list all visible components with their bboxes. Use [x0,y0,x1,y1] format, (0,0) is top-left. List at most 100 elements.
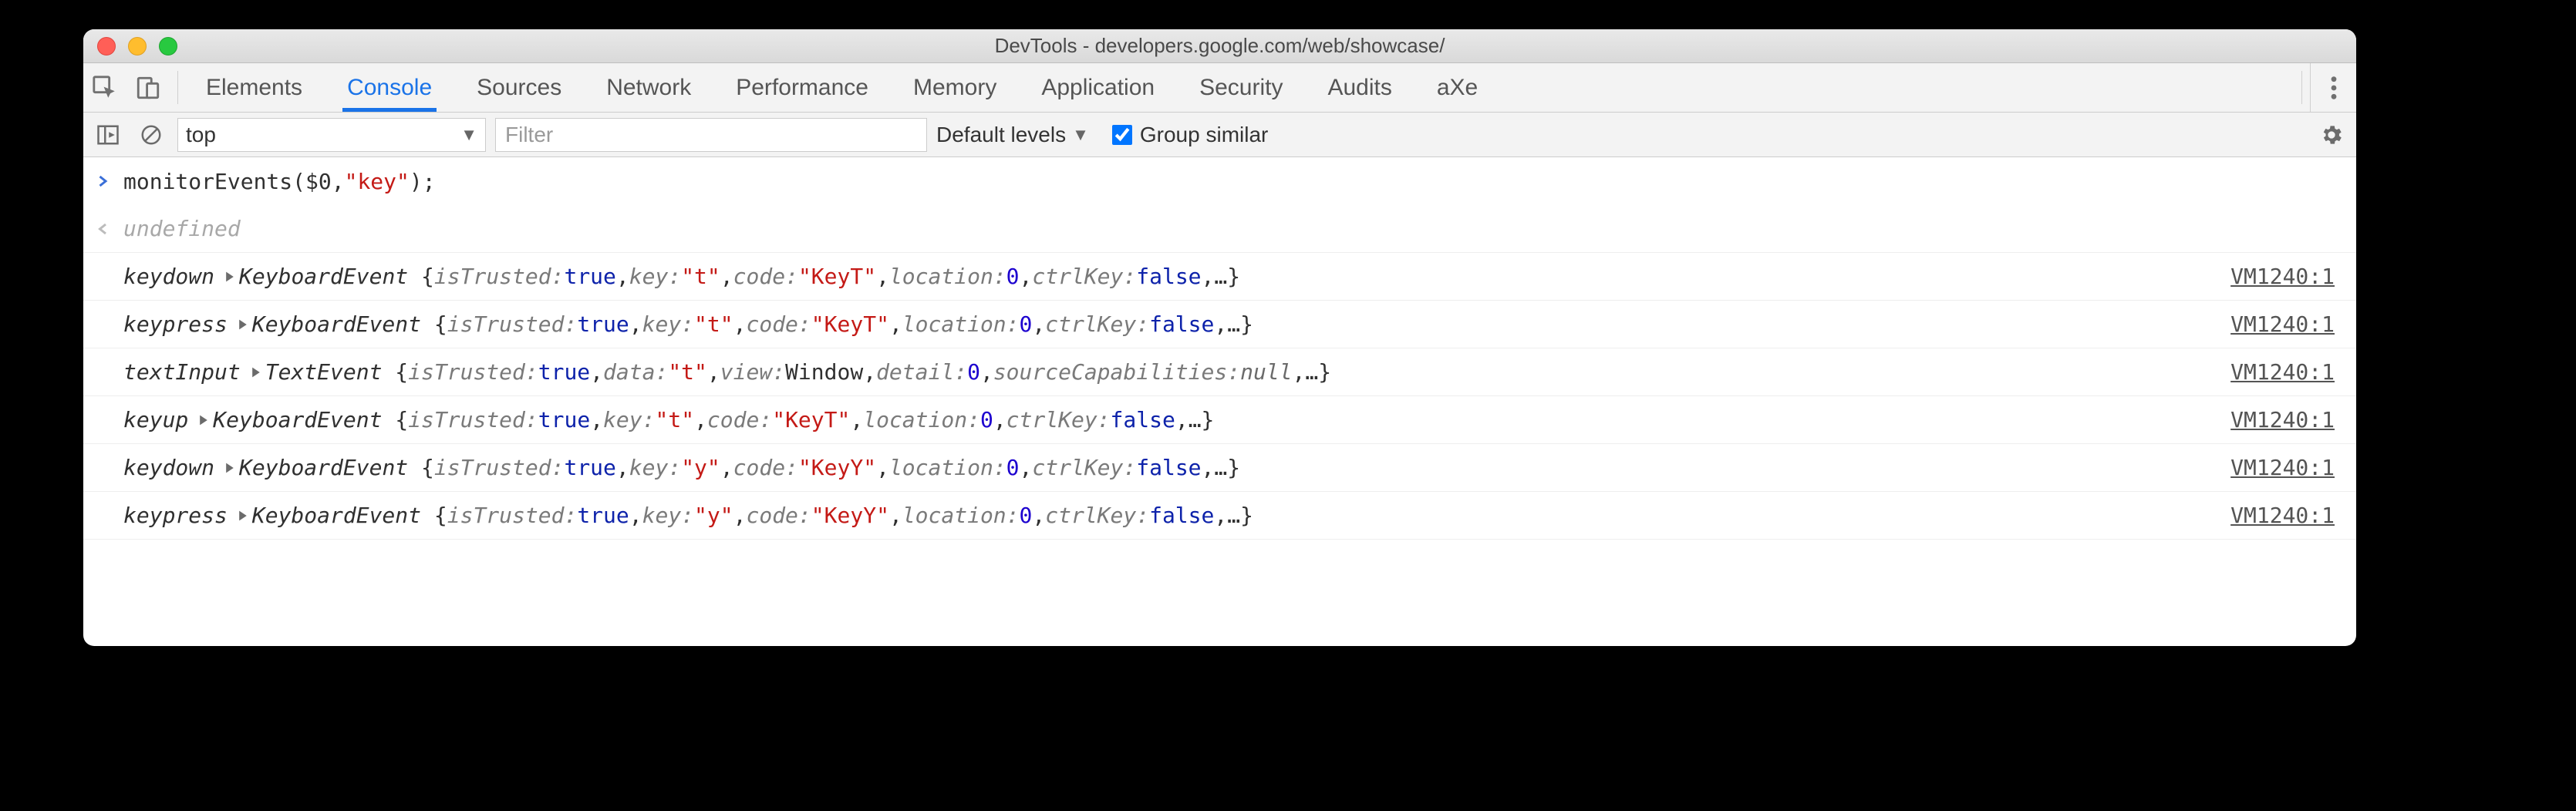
event-class: TextEvent [265,359,396,385]
comma: , [733,503,747,528]
source-link[interactable]: VM1240:1 [2230,503,2335,528]
comma: , [694,407,707,432]
prop-key: key: [629,264,681,289]
source-link[interactable]: VM1240:1 [2230,455,2335,480]
comma: , [1202,455,1215,480]
return-value: undefined [123,216,241,241]
arg1: "key" [345,169,410,194]
prop-value: false [1111,407,1175,432]
event-class: KeyboardEvent [213,407,395,432]
prop-key: isTrusted: [434,264,565,289]
log-content: keydownKeyboardEvent {isTrusted: true, k… [123,455,2230,480]
disclosure-triangle-icon[interactable] [224,462,236,474]
group-similar-checkbox[interactable]: Group similar [1112,123,1268,147]
comma: , [980,359,993,385]
console-log-row: keypressKeyboardEvent {isTrusted: true, … [83,492,2356,540]
log-content: keydownKeyboardEvent {isTrusted: true, k… [123,264,2230,289]
console-body: monitorEvents($0, "key"); undefined keyd… [83,157,2356,646]
window-title: DevTools - developers.google.com/web/sho… [83,34,2356,58]
comma: , [1214,311,1227,337]
ellipsis: …} [1305,359,1331,385]
tab-sources[interactable]: Sources [472,63,566,112]
prop-key: location: [889,264,1006,289]
tab-performance[interactable]: Performance [731,63,873,112]
comma: , [332,169,345,194]
source-link[interactable]: VM1240:1 [2230,264,2335,289]
prop-key: key: [642,503,694,528]
tab-memory[interactable]: Memory [909,63,1001,112]
prop-value: null [1240,359,1292,385]
close-paren: ); [410,169,436,194]
tab-security[interactable]: Security [1195,63,1287,112]
comma: , [863,359,876,385]
input-fn: monitorEvents [123,169,292,194]
chevron-down-icon: ▼ [460,125,477,145]
ellipsis: …} [1214,455,1240,480]
prop-key: data: [603,359,668,385]
more-menu-icon[interactable] [2310,63,2356,112]
disclosure-triangle-icon[interactable] [250,366,262,379]
prop-key: isTrusted: [447,311,578,337]
toggle-sidebar-icon[interactable] [91,118,125,152]
prop-key: isTrusted: [408,359,538,385]
prop-key: ctrlKey: [1045,311,1149,337]
open-brace: { [395,407,408,432]
tab-application[interactable]: Application [1037,63,1159,112]
arg0: $0 [305,169,332,194]
comma: , [889,503,902,528]
tab-console[interactable]: Console [342,63,437,112]
prop-value: false [1149,311,1214,337]
prop-value: "t" [668,359,707,385]
comma: , [1032,503,1045,528]
tab-audits[interactable]: Audits [1323,63,1396,112]
disclosure-triangle-icon[interactable] [197,414,210,426]
source-link[interactable]: VM1240:1 [2230,407,2335,432]
console-settings-icon[interactable] [2315,118,2348,152]
prop-key: key: [629,455,681,480]
group-similar-label: Group similar [1140,123,1268,147]
prop-value: true [564,455,615,480]
tab-elements[interactable]: Elements [201,63,307,112]
log-levels-selector[interactable]: Default levels ▼ [936,123,1089,147]
comma: , [1032,311,1045,337]
prop-key: code: [746,311,811,337]
open-brace: { [421,455,434,480]
comma: , [1293,359,1306,385]
ellipsis: …} [1227,503,1253,528]
prop-key: code: [746,503,811,528]
disclosure-triangle-icon[interactable] [224,271,236,283]
comma: , [720,455,733,480]
prop-value: 0 [1006,264,1020,289]
prop-key: detail: [876,359,967,385]
prop-value: "t" [681,264,720,289]
disclosure-triangle-icon[interactable] [237,318,249,331]
prop-value: false [1149,503,1214,528]
console-input-row[interactable]: monitorEvents($0, "key"); [83,157,2356,205]
filter-input[interactable] [495,118,927,152]
devtools-tabs-bar: Elements Console Sources Network Performance… [83,63,2356,113]
prop-value: 0 [1020,311,1033,337]
ellipsis: …} [1214,264,1240,289]
comma: , [720,264,733,289]
disclosure-triangle-icon[interactable] [237,510,249,522]
tab-network[interactable]: Network [602,63,696,112]
titlebar: DevTools - developers.google.com/web/sho… [83,29,2356,63]
prop-value: "KeyY" [811,503,889,528]
comma: , [1020,264,1033,289]
inspect-element-icon[interactable] [83,63,126,112]
event-name: keypress [123,503,228,528]
group-similar-input[interactable] [1112,125,1132,145]
comma: , [1175,407,1189,432]
prop-key: isTrusted: [434,455,565,480]
source-link[interactable]: VM1240:1 [2230,311,2335,337]
prop-value: 0 [967,359,980,385]
tab-axe[interactable]: aXe [1432,63,1482,112]
event-class: KeyboardEvent [239,264,421,289]
prop-value: 0 [1006,455,1020,480]
source-link[interactable]: VM1240:1 [2230,359,2335,385]
event-name: keypress [123,311,228,337]
clear-console-icon[interactable] [134,118,168,152]
device-toolbar-icon[interactable] [126,63,170,112]
execution-context-selector[interactable]: top ▼ [177,118,486,152]
prop-value: "KeyY" [798,455,876,480]
